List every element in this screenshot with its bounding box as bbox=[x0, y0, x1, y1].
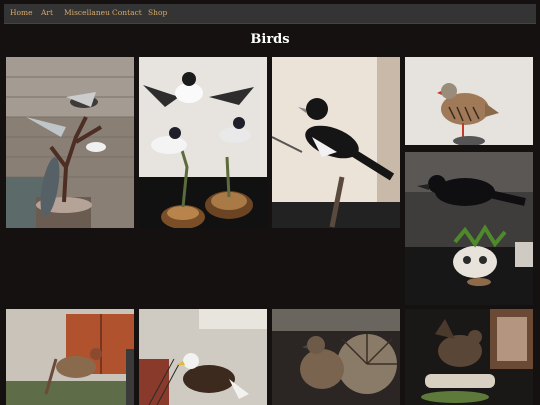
gallery-image-eagle[interactable] bbox=[139, 309, 267, 405]
nav-home[interactable]: Home bbox=[10, 8, 33, 17]
gallery-image-ruffed-grouse[interactable] bbox=[272, 309, 400, 405]
gallery-image-partridge[interactable] bbox=[405, 57, 533, 145]
top-nav: Home Art Miscellaneu Contact Shop bbox=[4, 4, 536, 24]
gallery-image-crow[interactable] bbox=[405, 152, 533, 305]
nav-miscellaneous[interactable]: Miscellaneu bbox=[64, 8, 110, 17]
gallery-image-grouse-log[interactable] bbox=[405, 309, 533, 405]
nav-contact[interactable]: Contact bbox=[112, 8, 142, 17]
gallery-image-duck[interactable] bbox=[6, 309, 134, 405]
gallery-image-buffleheads[interactable] bbox=[139, 57, 267, 228]
nav-shop[interactable]: Shop bbox=[148, 8, 167, 17]
nav-art[interactable]: Art bbox=[41, 8, 53, 17]
gallery-image-magpie[interactable] bbox=[272, 57, 400, 228]
gallery-image-geese[interactable] bbox=[6, 57, 134, 228]
page-title: Birds bbox=[250, 32, 290, 47]
